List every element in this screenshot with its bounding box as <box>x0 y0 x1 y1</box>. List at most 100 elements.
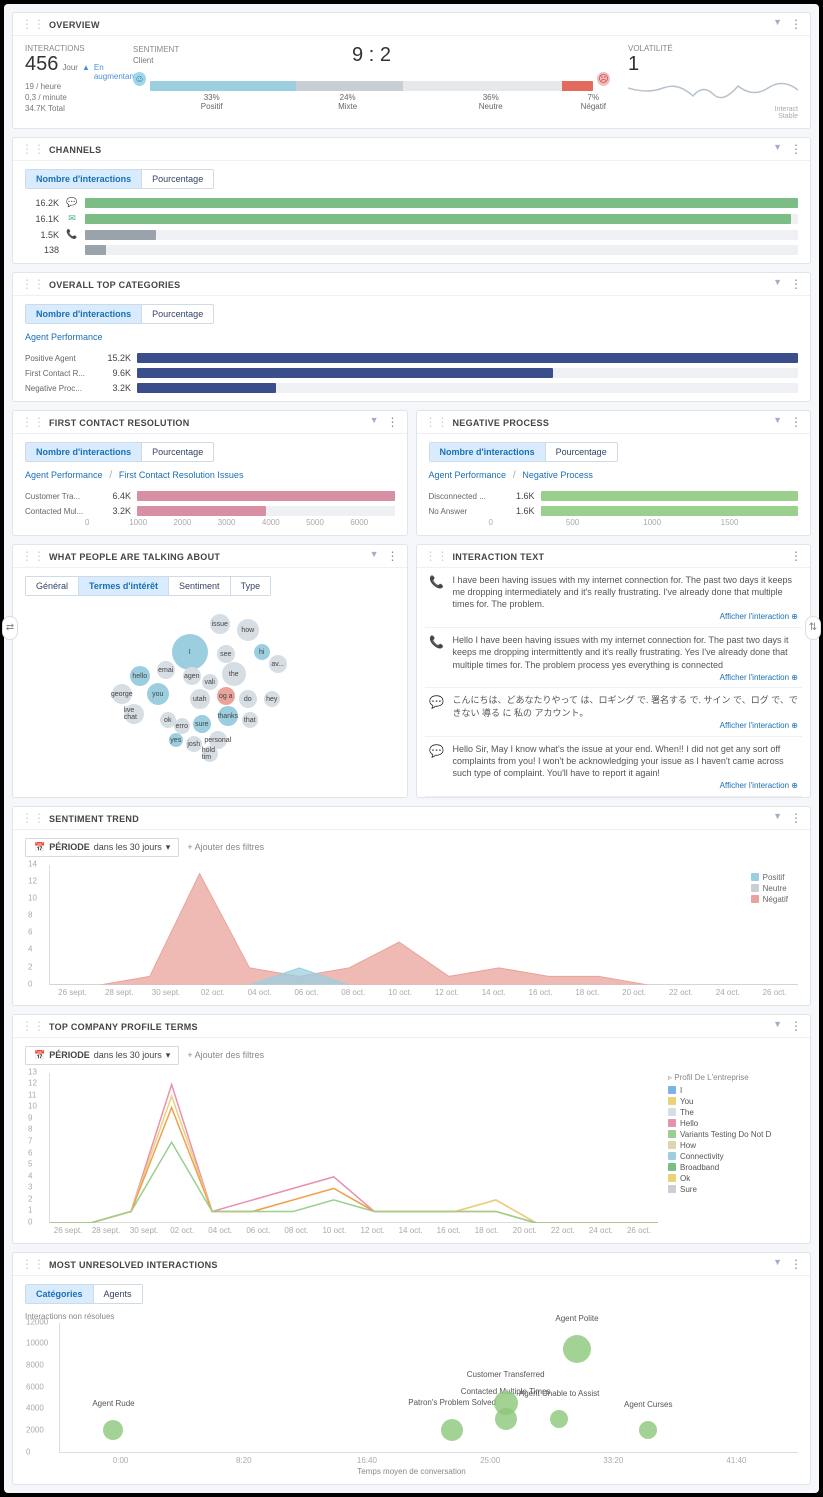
channel-row[interactable]: 138 <box>25 245 798 255</box>
scatter-point[interactable] <box>441 1419 463 1441</box>
breadcrumb[interactable]: Negative Process <box>522 470 593 480</box>
tab-général[interactable]: Général <box>26 577 78 595</box>
sentiment-segment[interactable] <box>403 81 562 91</box>
bubble-term[interactable]: hey <box>264 691 280 707</box>
bubble-term[interactable]: av... <box>269 655 287 673</box>
bubble-term[interactable]: hi <box>254 644 270 660</box>
period-filter[interactable]: 📅 PÉRIODE dans les 30 jours ▾ <box>25 1046 179 1065</box>
legend-item[interactable]: You <box>668 1097 798 1106</box>
filter-icon[interactable] <box>773 415 782 429</box>
legend-item[interactable]: I <box>668 1086 798 1095</box>
legend-item[interactable]: The <box>668 1108 798 1117</box>
breadcrumb[interactable]: Agent Performance <box>25 470 103 480</box>
bubble-term[interactable]: hold tim <box>202 746 218 762</box>
interaction-item[interactable]: 💬 こんにちは、どあなたりやって は、ロギング で. 署名する で. サイン で… <box>425 688 803 736</box>
bar-row[interactable]: First Contact R... 9.6K <box>25 368 798 378</box>
breadcrumb[interactable]: Agent Performance <box>25 332 103 342</box>
channel-row[interactable]: 16.1K ✉ <box>25 213 798 224</box>
filter-icon[interactable] <box>773 17 782 31</box>
bubble-term[interactable]: that <box>242 712 258 728</box>
show-interaction-link[interactable]: Afficher l'interaction ⊕ <box>453 673 799 684</box>
tab-agents[interactable]: Agents <box>93 1285 142 1303</box>
bubble-term[interactable]: thanks <box>218 706 238 726</box>
period-filter[interactable]: 📅 PÉRIODE dans les 30 jours ▾ <box>25 838 179 857</box>
drag-icon[interactable]: ⋮⋮ <box>425 415 449 429</box>
bubble-term[interactable]: vali <box>202 674 218 690</box>
bar-row[interactable]: Contacted Mul... 3.2K <box>25 506 395 516</box>
show-interaction-link[interactable]: Afficher l'interaction ⊕ <box>453 612 799 623</box>
bubble-term[interactable]: agen <box>183 667 201 685</box>
profile-terms-chart[interactable]: 012345678910111213 <box>49 1073 658 1223</box>
bubble-term[interactable]: erro <box>174 718 190 734</box>
show-interaction-link[interactable]: Afficher l'interaction ⊕ <box>453 721 799 732</box>
scatter-point[interactable] <box>639 1421 657 1439</box>
more-icon[interactable] <box>790 17 802 31</box>
tab-sentiment[interactable]: Sentiment <box>168 577 230 595</box>
filter-icon[interactable] <box>370 415 379 429</box>
legend-item[interactable]: Positif <box>751 873 788 882</box>
more-icon[interactable] <box>790 1257 802 1271</box>
bubble-term[interactable]: yes <box>169 733 183 747</box>
bar-row[interactable]: Negative Proc... 3.2K <box>25 383 798 393</box>
add-filter-button[interactable]: + Ajouter des filtres <box>187 842 264 852</box>
more-icon[interactable] <box>387 549 399 563</box>
bubble-term[interactable]: live chat <box>124 704 144 724</box>
tab-percent[interactable]: Pourcentage <box>545 443 617 461</box>
filter-icon[interactable] <box>773 142 782 156</box>
legend-item[interactable]: Broadband <box>668 1163 798 1172</box>
sentiment-segment[interactable] <box>150 81 296 91</box>
filter-icon[interactable] <box>773 1257 782 1271</box>
sentiment-segment[interactable] <box>562 81 593 91</box>
filter-icon[interactable] <box>773 811 782 825</box>
more-icon[interactable] <box>790 1019 802 1033</box>
tab-type[interactable]: Type <box>230 577 271 595</box>
tab-count[interactable]: Nombre d'interactions <box>26 443 141 461</box>
bubble-term[interactable]: george <box>112 684 132 704</box>
breadcrumb[interactable]: Agent Performance <box>429 470 507 480</box>
scatter-point[interactable] <box>494 1391 518 1415</box>
bubble-term[interactable]: I <box>172 634 208 670</box>
legend-item[interactable]: How <box>668 1141 798 1150</box>
tab-percent[interactable]: Pourcentage <box>141 170 213 188</box>
drag-icon[interactable]: ⋮⋮ <box>21 277 45 291</box>
sentiment-segment[interactable] <box>296 81 402 91</box>
breadcrumb[interactable]: First Contact Resolution Issues <box>119 470 244 480</box>
scatter-point[interactable] <box>563 1335 591 1363</box>
more-icon[interactable] <box>790 142 802 156</box>
tab-count[interactable]: Nombre d'interactions <box>26 170 141 188</box>
scatter-point[interactable] <box>103 1420 123 1440</box>
legend-item[interactable]: Sure <box>668 1185 798 1194</box>
interaction-item[interactable]: 📞 I have been having issues with my inte… <box>425 568 803 628</box>
more-icon[interactable] <box>790 277 802 291</box>
bubble-cloud[interactable]: Iissuehowtheseehiav...emaiagenvaliyouhel… <box>80 604 340 754</box>
more-icon[interactable] <box>790 549 802 563</box>
bubble-term[interactable]: do <box>239 690 257 708</box>
bubble-term[interactable]: hello <box>130 666 150 686</box>
tab-categories[interactable]: Catégories <box>26 1285 93 1303</box>
bar-row[interactable]: Disconnected ... 1.6K <box>429 491 799 501</box>
tab-percent[interactable]: Pourcentage <box>141 305 213 323</box>
channel-row[interactable]: 16.2K 💬 <box>25 197 798 208</box>
drag-icon[interactable]: ⋮⋮ <box>21 142 45 156</box>
legend-item[interactable]: Négatif <box>751 895 788 904</box>
drag-icon[interactable]: ⋮⋮ <box>21 1257 45 1271</box>
filter-icon[interactable] <box>370 549 379 563</box>
bubble-term[interactable]: utah <box>190 689 210 709</box>
bubble-term[interactable]: sure <box>193 715 211 733</box>
filter-icon[interactable] <box>773 1019 782 1033</box>
bar-row[interactable]: Customer Tra... 6.4K <box>25 491 395 501</box>
bubble-term[interactable]: og a <box>217 687 235 705</box>
more-icon[interactable] <box>790 415 802 429</box>
drag-icon[interactable]: ⋮⋮ <box>21 17 45 31</box>
more-icon[interactable] <box>790 811 802 825</box>
tab-percent[interactable]: Pourcentage <box>141 443 213 461</box>
bar-row[interactable]: No Answer 1.6K <box>429 506 799 516</box>
legend-item[interactable]: Neutre <box>751 884 788 893</box>
drag-icon[interactable]: ⋮⋮ <box>21 415 45 429</box>
bubble-term[interactable]: see <box>217 645 235 663</box>
expand-left-handle[interactable]: ⇄ <box>2 616 18 640</box>
expand-right-handle[interactable]: ⇅ <box>805 616 821 640</box>
bubble-term[interactable]: you <box>147 683 169 705</box>
bar-row[interactable]: Positive Agent 15.2K <box>25 353 798 363</box>
add-filter-button[interactable]: + Ajouter des filtres <box>187 1050 264 1060</box>
